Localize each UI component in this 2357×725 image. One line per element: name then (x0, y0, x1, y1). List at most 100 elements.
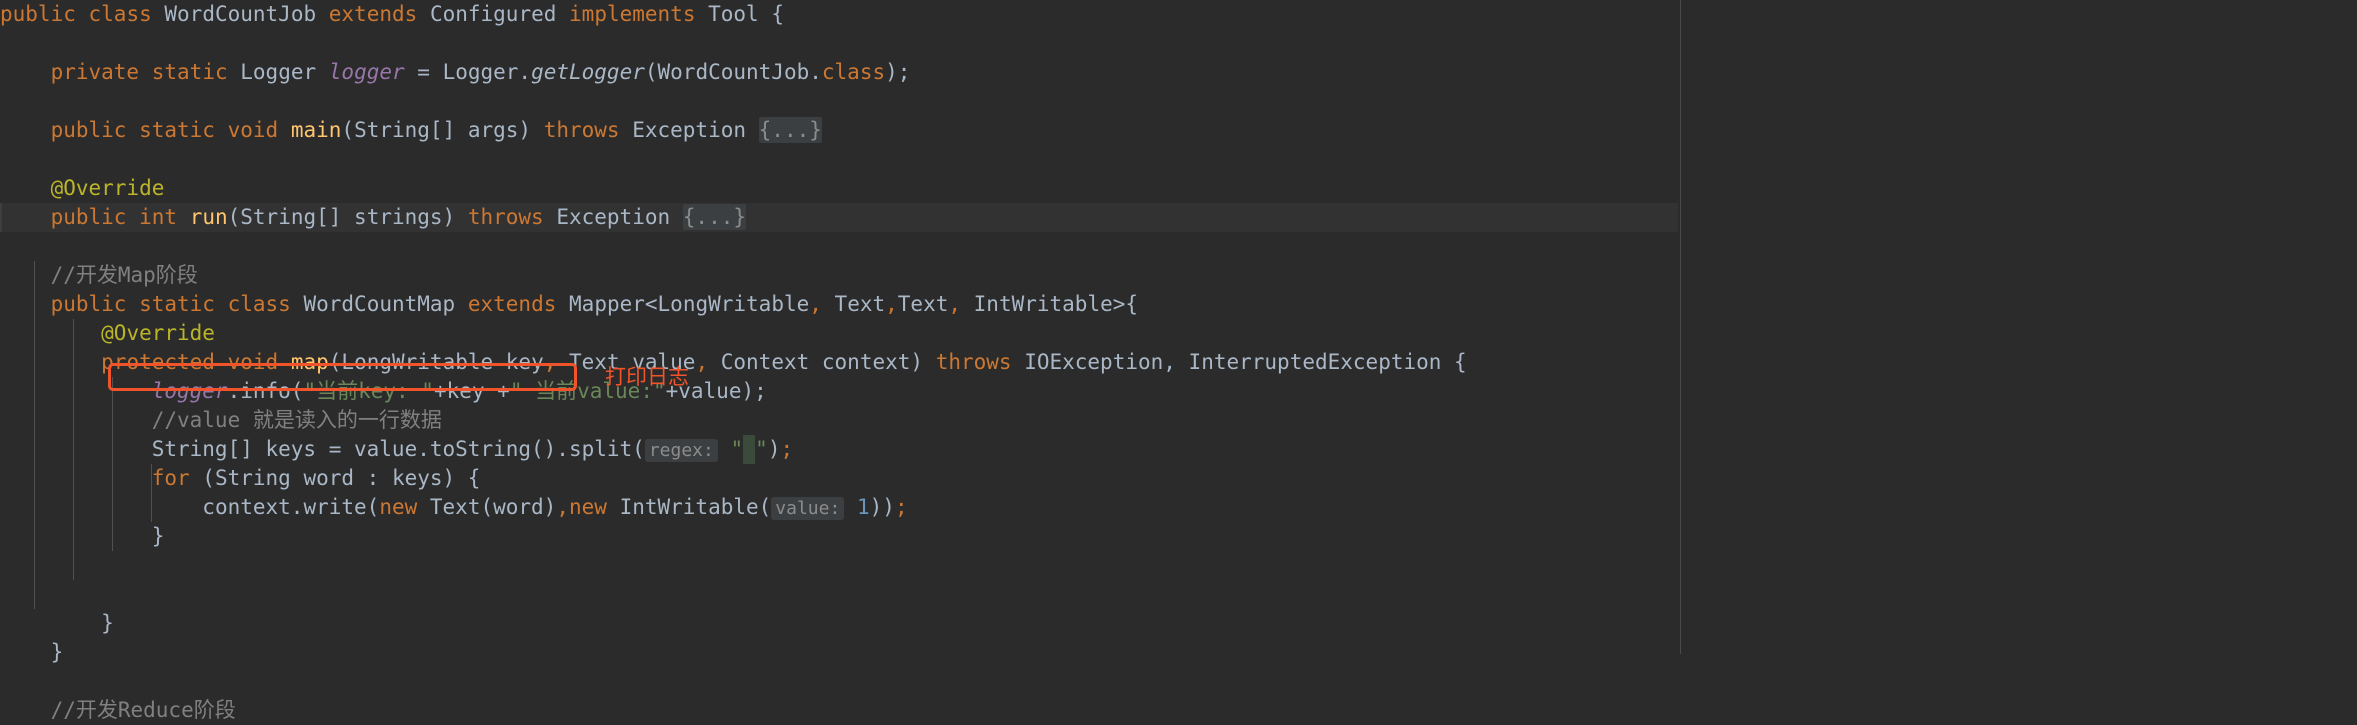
code-token: Exception (543, 205, 683, 229)
code-token: public (50, 292, 127, 316)
line-logger-info[interactable]: logger.info("当前key: "+key +" 当前value:"+v… (0, 377, 2357, 406)
code-token: value: (771, 497, 845, 520)
line-logger-field[interactable]: private static Logger logger = Logger.ge… (0, 58, 2357, 87)
code-token: } (50, 640, 64, 664)
line-override-2[interactable]: @Override (0, 319, 2357, 348)
line-run-method[interactable]: public int run(String[] strings) throws … (0, 203, 2357, 232)
code-token: Tool { (708, 2, 784, 26)
code-token: , (556, 495, 569, 519)
code-token: protected (101, 350, 215, 374)
line-split[interactable]: String[] keys = value.toString().split(r… (0, 435, 2357, 464)
code-token: public (50, 118, 127, 142)
line-context-write[interactable]: context.write(new Text(word),new IntWrit… (0, 493, 2357, 522)
line-close-map-method[interactable]: } (0, 609, 2357, 638)
code-token: } (151, 524, 165, 548)
code-token: Text (897, 292, 949, 316)
code-token: throws (543, 118, 620, 142)
code-token: (WordCountJob. (644, 60, 822, 84)
code-token: implements (569, 2, 696, 26)
code-token: logger (328, 60, 405, 84)
code-token: " (755, 437, 768, 461)
line-blank-4[interactable] (0, 232, 2357, 261)
code-token: //开发Reduce阶段 (50, 698, 236, 722)
code-token: 1 (856, 495, 870, 519)
line-main-method[interactable]: public static void main(String[] args) t… (0, 116, 2357, 145)
code-token: public (0, 2, 76, 26)
code-token: ) (767, 437, 781, 461)
line-class-decl[interactable]: public class WordCountJob extends Config… (0, 0, 2357, 29)
line-blank-2[interactable] (0, 87, 2357, 116)
code-token: ); (885, 60, 911, 84)
code-token (743, 435, 756, 464)
code-token: WordCountMap (303, 292, 456, 316)
code-token: regex: (644, 439, 718, 462)
code-token: extends (328, 2, 418, 26)
code-token: (String[] strings) (227, 205, 468, 229)
line-for-loop[interactable]: for (String word : keys) { (0, 464, 2357, 493)
code-token: IntWritable( (606, 495, 772, 519)
code-token: map (290, 350, 329, 374)
line-close-for[interactable]: } (0, 522, 2357, 551)
line-comment-reduce-stage[interactable]: //开发Reduce阶段 (0, 696, 2357, 725)
code-token: new (379, 495, 418, 519)
line-blank-5[interactable] (0, 551, 2357, 580)
code-content[interactable]: public class WordCountJob extends Config… (0, 0, 2357, 725)
code-token: throws (467, 205, 544, 229)
code-token: public (50, 205, 127, 229)
code-token: class (88, 2, 152, 26)
code-token: for (151, 466, 190, 490)
line-comment-value[interactable]: //value 就是读入的一行数据 (0, 406, 2357, 435)
code-token: //value 就是读入的一行数据 (151, 408, 442, 432)
line-map-method[interactable]: protected void map(LongWritable key, Tex… (0, 348, 2357, 377)
code-token: run (189, 205, 228, 229)
code-token: IOException, InterruptedException { (1011, 350, 1467, 374)
line-override-1[interactable]: @Override (0, 174, 2357, 203)
line-blank-3[interactable] (0, 145, 2357, 174)
code-token: ; (780, 437, 794, 461)
code-token: " (730, 437, 744, 461)
code-token: {...} (682, 204, 746, 230)
line-wordcountmap-class[interactable]: public static class WordCountMap extends… (0, 290, 2357, 319)
code-token: void (227, 350, 279, 374)
code-token: , (543, 350, 557, 374)
code-token: , (695, 350, 709, 374)
line-close-class[interactable]: } (0, 638, 2357, 667)
code-token: "当前key: " (303, 379, 434, 403)
code-token: context.write( (202, 495, 380, 519)
annotation-label-print-log: 打印日志 (605, 365, 689, 389)
line-blank-7[interactable] (0, 667, 2357, 696)
code-token: private (50, 60, 140, 84)
code-token: class (821, 60, 886, 84)
code-token: ; (894, 495, 908, 519)
line-comment-map-stage[interactable]: //开发Map阶段 (0, 261, 2357, 290)
line-blank-1[interactable] (0, 29, 2357, 58)
code-token: (LongWritable key (328, 350, 544, 374)
code-editor[interactable]: public class WordCountJob extends Config… (0, 0, 2357, 722)
line-blank-6[interactable] (0, 580, 2357, 609)
code-token: {...} (758, 117, 822, 143)
code-token: static (151, 60, 228, 84)
